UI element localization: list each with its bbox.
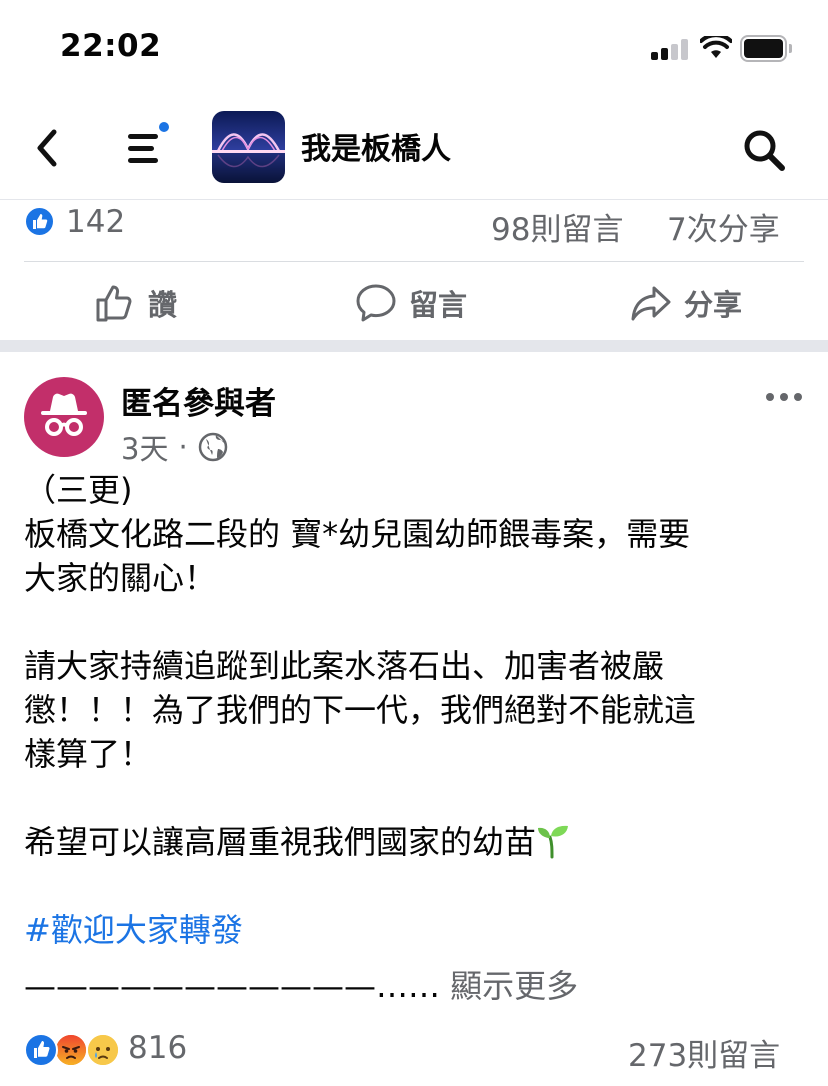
like-button[interactable]: 讚: [94, 275, 177, 331]
share-label: 分享: [684, 288, 743, 322]
wifi-icon: [700, 36, 732, 58]
comment-bubble-icon: [356, 284, 396, 322]
comment-label: 留言: [409, 288, 468, 322]
comment-count[interactable]: 273則留言: [628, 1030, 780, 1075]
post-line-text: 希望可以讓高層重視我們國家的幼苗: [24, 823, 537, 861]
incognito-icon: [41, 393, 87, 436]
share-button[interactable]: 分享: [630, 275, 742, 331]
author-name[interactable]: 匿名參與者: [121, 378, 276, 423]
thumbs-up-icon: [96, 285, 132, 322]
anonymous-avatar[interactable]: [24, 377, 104, 457]
reaction-summary[interactable]: 142 98則留言 7次分享: [24, 204, 804, 248]
hashtag-link[interactable]: #歡迎大家轉發: [24, 908, 814, 952]
post-line: 懲！！！為了我們的下一代，我們絕對不能就這: [24, 691, 697, 729]
seedling-emoji-icon: [538, 825, 569, 859]
show-more-row: ———————————…… 顯示更多: [24, 964, 578, 1008]
notification-dot: [159, 122, 169, 132]
share-arrow-icon: [631, 286, 671, 321]
reaction-summary[interactable]: 816 273則留言: [24, 1028, 804, 1075]
more-options-icon[interactable]: [762, 386, 806, 408]
like-label: 讚: [148, 288, 178, 322]
menu-button[interactable]: [122, 122, 172, 168]
like-reaction-icon: [24, 206, 55, 237]
post-line: （三更): [24, 471, 133, 509]
post-line: 希望可以讓高層重視我們國家的幼苗: [24, 820, 814, 864]
angry-reaction-icon: [54, 1033, 88, 1067]
group-name[interactable]: 我是板橋人: [301, 124, 451, 168]
group-header: 我是板橋人: [0, 96, 828, 200]
globe-icon: [198, 432, 227, 462]
cellular-signal-icon: [651, 38, 689, 60]
like-reaction-icon: [24, 1033, 58, 1067]
status-time: 22:02: [60, 28, 162, 64]
divider: [24, 261, 804, 262]
post-separator: [0, 340, 828, 352]
meta-separator: ·: [178, 430, 188, 464]
post-line: 大家的關心！: [24, 559, 217, 597]
comment-button[interactable]: 留言: [355, 275, 467, 331]
group-avatar[interactable]: [212, 111, 285, 183]
battery-icon: [740, 35, 792, 62]
reaction-count: 816: [128, 1030, 188, 1066]
like-count: 142: [66, 204, 126, 240]
comment-count[interactable]: 98則留言: [491, 204, 623, 249]
post-line: 板橋文化路二段的 寶*幼兒園幼師餵毒案，需要: [24, 515, 691, 553]
post-body: （三更) 板橋文化路二段的 寶*幼兒園幼師餵毒案，需要 大家的關心！ 請大家持續…: [24, 468, 814, 952]
sad-reaction-icon: [86, 1033, 120, 1067]
search-icon[interactable]: [740, 126, 788, 172]
share-count[interactable]: 7次分享: [667, 204, 780, 249]
show-more-link[interactable]: 顯示更多: [450, 967, 578, 1005]
post-meta: 3天 ·: [121, 426, 228, 468]
post-line: 樣算了！: [24, 735, 153, 773]
post-time[interactable]: 3天: [121, 426, 168, 468]
chevron-left-icon[interactable]: [28, 126, 68, 170]
post-dashes: ———————————……: [24, 967, 440, 1005]
post-line: 請大家持續追蹤到此案水落石出、加害者被嚴: [24, 647, 665, 685]
status-bar: 22:02: [0, 0, 828, 96]
